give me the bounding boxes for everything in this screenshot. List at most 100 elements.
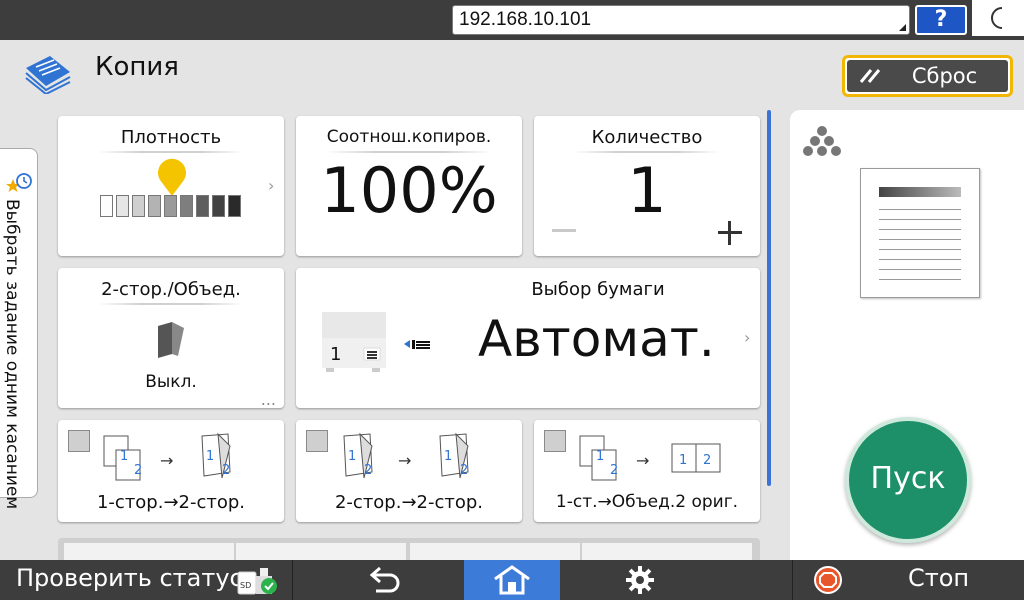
duplex-title-rule <box>98 303 244 305</box>
svg-text:SD: SD <box>240 581 251 590</box>
preset-cell[interactable] <box>64 543 234 560</box>
quantity-title-rule <box>574 151 720 153</box>
check-status-button[interactable]: Проверить статус <box>16 564 243 592</box>
night-mode-button[interactable] <box>972 0 1024 36</box>
svg-text:2: 2 <box>222 463 230 478</box>
ratio-tile[interactable]: Соотнош.копиров. 100% <box>296 116 522 256</box>
svg-text:1: 1 <box>679 453 687 468</box>
quantity-title: Количество <box>591 127 703 148</box>
ip-address-field[interactable]: 192.168.10.101 <box>452 5 910 35</box>
preset-1to2-tile[interactable]: 1 2 → 1 2 1-стор.→2-стор. <box>58 420 284 522</box>
reset-label: Сброс <box>911 64 978 88</box>
gear-icon[interactable] <box>624 564 656 596</box>
density-step <box>100 195 113 217</box>
density-marker-icon <box>158 158 186 196</box>
minus-button[interactable] <box>550 220 578 240</box>
paper-select-tile[interactable]: Выбор бумаги 1 Автомат. › <box>296 268 760 408</box>
svg-text:2: 2 <box>364 463 372 478</box>
svg-text:1: 1 <box>120 449 128 464</box>
svg-text:1: 1 <box>444 449 452 464</box>
density-tile[interactable]: Плотность › <box>58 116 284 256</box>
svg-text:→: → <box>398 451 411 470</box>
preset-label: 2-стор.→2-стор. <box>334 492 484 513</box>
reset-button[interactable]: Сброс <box>842 55 1013 97</box>
preview-line <box>879 259 961 260</box>
density-step <box>196 195 209 217</box>
preset-checkbox[interactable] <box>544 430 566 452</box>
quantity-tile[interactable]: Количество 1 <box>534 116 760 256</box>
density-step <box>148 195 161 217</box>
scrollbar[interactable] <box>767 110 771 486</box>
two-to-two-sided-icon: 1 2 → 1 2 <box>343 432 469 479</box>
help-button[interactable]: ? <box>915 5 967 35</box>
sd-card-check-icon[interactable]: SD <box>236 564 280 596</box>
svg-text:1: 1 <box>348 449 356 464</box>
ratio-title-rule <box>326 151 492 153</box>
stop-icon[interactable] <box>812 564 844 596</box>
more-presets-row <box>58 538 760 560</box>
preset-combine-tile[interactable]: 1 2 → 1 2 1-ст.→Объед.2 ориг. <box>534 420 760 522</box>
question-icon: ? <box>934 7 948 32</box>
reset-button-body: Сброс <box>847 60 1008 92</box>
minus-icon <box>552 229 576 232</box>
preset-label: 1-стор.→2-стор. <box>96 492 246 513</box>
page-title: Копия <box>95 52 179 82</box>
svg-text:1: 1 <box>596 449 604 464</box>
combine-two-originals-icon: 1 2 → 1 2 <box>579 435 721 481</box>
preset-checkbox[interactable] <box>306 430 328 452</box>
density-title: Плотность <box>120 127 222 148</box>
ratio-value: 100% <box>320 154 498 227</box>
ip-address-text: 192.168.10.101 <box>459 9 592 30</box>
preview-line <box>879 219 961 220</box>
home-icon <box>494 565 530 595</box>
preset-2to2-tile[interactable]: 1 2 → 1 2 2-стор.→2-стор. <box>296 420 522 522</box>
back-arrow-icon[interactable] <box>364 565 404 595</box>
copy-document-icon <box>25 56 71 94</box>
preview-line <box>879 279 961 280</box>
preview-line <box>879 229 961 230</box>
plus-icon-v <box>728 221 731 245</box>
more-icon: ... <box>260 390 276 409</box>
preset-cell[interactable] <box>582 543 752 560</box>
status-divider <box>792 560 793 600</box>
plus-button[interactable] <box>716 220 744 248</box>
duplex-value: Выкл. <box>145 372 197 392</box>
moon-icon <box>991 7 1003 29</box>
svg-text:2: 2 <box>703 453 711 468</box>
svg-text:2: 2 <box>610 463 618 478</box>
preview-line <box>879 209 961 210</box>
preset-checkbox[interactable] <box>68 430 90 452</box>
quick-job-tab[interactable]: Выбрать задание одним касанием <box>0 148 38 509</box>
svg-text:2: 2 <box>460 463 468 478</box>
density-step <box>116 195 129 217</box>
density-step <box>164 195 177 217</box>
preview-page <box>860 168 980 298</box>
svg-text:1: 1 <box>206 449 214 464</box>
preset-cell[interactable] <box>410 543 580 560</box>
svg-text:→: → <box>636 451 649 470</box>
toner-dots-icon <box>803 126 841 156</box>
svg-text:2: 2 <box>134 463 142 478</box>
preview-line <box>879 239 961 240</box>
resize-corner-icon <box>899 24 906 31</box>
svg-text:→: → <box>160 451 173 470</box>
preview-header-bar <box>879 187 961 197</box>
preset-cell[interactable] <box>236 543 406 560</box>
ratio-title: Соотнош.копиров. <box>326 127 492 147</box>
preview-line <box>879 269 961 270</box>
preset-label: 1-ст.→Объед.2 ориг. <box>555 492 739 512</box>
stop-button[interactable]: Стоп <box>908 564 969 592</box>
duplex-tile[interactable]: 2-стор./Объед. Выкл. ... <box>58 268 284 408</box>
status-bar: Проверить статус SD Стоп <box>0 560 1024 600</box>
density-step <box>228 195 241 217</box>
chevron-right-icon: › <box>268 176 275 195</box>
density-step <box>212 195 225 217</box>
quantity-value: 1 <box>627 154 667 227</box>
paper-title: Выбор бумаги <box>531 279 665 300</box>
preview-line <box>879 249 961 250</box>
home-button[interactable] <box>464 560 560 600</box>
start-label: Пуск <box>870 461 946 496</box>
one-to-two-sided-icon: 1 2 → 1 2 <box>103 432 231 481</box>
start-button[interactable]: Пуск <box>845 417 971 543</box>
density-title-rule <box>98 151 244 153</box>
